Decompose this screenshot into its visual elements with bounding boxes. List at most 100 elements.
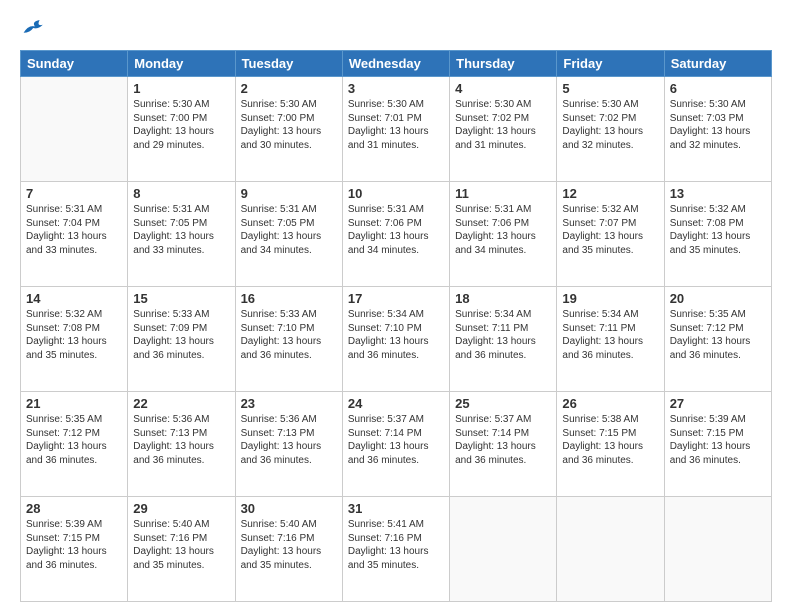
day-number: 7 [26,186,122,201]
day-info: Sunrise: 5:41 AM Sunset: 7:16 PM Dayligh… [348,518,444,572]
calendar-weekday-monday: Monday [128,51,235,77]
day-number: 2 [241,81,337,96]
calendar-weekday-sunday: Sunday [21,51,128,77]
day-info: Sunrise: 5:31 AM Sunset: 7:06 PM Dayligh… [348,203,444,257]
day-number: 15 [133,291,229,306]
day-info: Sunrise: 5:31 AM Sunset: 7:05 PM Dayligh… [133,203,229,257]
calendar-cell: 21 Sunrise: 5:35 AM Sunset: 7:12 PM Dayli… [21,392,128,497]
calendar-week-row: 21 Sunrise: 5:35 AM Sunset: 7:12 PM Dayli… [21,392,772,497]
calendar-cell: 24 Sunrise: 5:37 AM Sunset: 7:14 PM Dayli… [342,392,449,497]
calendar-cell: 11 Sunrise: 5:31 AM Sunset: 7:06 PM Dayli… [450,182,557,287]
day-info: Sunrise: 5:35 AM Sunset: 7:12 PM Dayligh… [670,308,766,362]
calendar-cell: 5 Sunrise: 5:30 AM Sunset: 7:02 PM Daylig… [557,77,664,182]
calendar-table: SundayMondayTuesdayWednesdayThursdayFrid… [20,50,772,602]
day-number: 20 [670,291,766,306]
calendar-cell: 20 Sunrise: 5:35 AM Sunset: 7:12 PM Dayli… [664,287,771,392]
calendar-week-row: 28 Sunrise: 5:39 AM Sunset: 7:15 PM Dayli… [21,497,772,602]
day-info: Sunrise: 5:34 AM Sunset: 7:10 PM Dayligh… [348,308,444,362]
calendar-cell [450,497,557,602]
day-number: 4 [455,81,551,96]
day-number: 21 [26,396,122,411]
calendar-cell: 14Sunrise: 5:32 AM Sunset: 7:08 PM Dayli… [21,287,128,392]
page: SundayMondayTuesdayWednesdayThursdayFrid… [0,0,792,612]
calendar-weekday-saturday: Saturday [664,51,771,77]
day-info: Sunrise: 5:30 AM Sunset: 7:03 PM Dayligh… [670,98,766,152]
calendar-weekday-friday: Friday [557,51,664,77]
day-info: Sunrise: 5:36 AM Sunset: 7:13 PM Dayligh… [133,413,229,467]
day-info: Sunrise: 5:31 AM Sunset: 7:06 PM Dayligh… [455,203,551,257]
day-number: 16 [241,291,337,306]
logo [20,18,46,38]
day-info: Sunrise: 5:35 AM Sunset: 7:12 PM Dayligh… [26,413,122,467]
calendar-week-row: 7 Sunrise: 5:31 AM Sunset: 7:04 PM Daylig… [21,182,772,287]
day-info: Sunrise: 5:31 AM Sunset: 7:05 PM Dayligh… [241,203,337,257]
day-number: 8 [133,186,229,201]
day-number: 30 [241,501,337,516]
day-number: 28 [26,501,122,516]
day-number: 25 [455,396,551,411]
day-number: 9 [241,186,337,201]
day-number: 31 [348,501,444,516]
calendar-cell: 31 Sunrise: 5:41 AM Sunset: 7:16 PM Dayli… [342,497,449,602]
day-number: 12 [562,186,658,201]
header [20,18,772,38]
logo-bird-icon [22,18,46,38]
calendar-cell: 25 Sunrise: 5:37 AM Sunset: 7:14 PM Dayli… [450,392,557,497]
calendar-week-row: 1 Sunrise: 5:30 AM Sunset: 7:00 PM Daylig… [21,77,772,182]
day-number: 18 [455,291,551,306]
day-info: Sunrise: 5:30 AM Sunset: 7:02 PM Dayligh… [455,98,551,152]
calendar-cell: 29 Sunrise: 5:40 AM Sunset: 7:16 PM Dayli… [128,497,235,602]
calendar-cell: 16 Sunrise: 5:33 AM Sunset: 7:10 PM Dayli… [235,287,342,392]
calendar-cell: 15 Sunrise: 5:33 AM Sunset: 7:09 PM Dayli… [128,287,235,392]
day-info: Sunrise: 5:39 AM Sunset: 7:15 PM Dayligh… [670,413,766,467]
calendar-cell: 10 Sunrise: 5:31 AM Sunset: 7:06 PM Dayli… [342,182,449,287]
day-number: 27 [670,396,766,411]
day-number: 3 [348,81,444,96]
day-number: 23 [241,396,337,411]
calendar-cell: 7 Sunrise: 5:31 AM Sunset: 7:04 PM Daylig… [21,182,128,287]
day-info: Sunrise: 5:30 AM Sunset: 7:00 PM Dayligh… [241,98,337,152]
day-info: Sunrise: 5:36 AM Sunset: 7:13 PM Dayligh… [241,413,337,467]
calendar-cell: 17 Sunrise: 5:34 AM Sunset: 7:10 PM Dayli… [342,287,449,392]
calendar-weekday-thursday: Thursday [450,51,557,77]
day-info: Sunrise: 5:39 AM Sunset: 7:15 PM Dayligh… [26,518,122,572]
day-info: Sunrise: 5:34 AM Sunset: 7:11 PM Dayligh… [562,308,658,362]
day-info: Sunrise: 5:37 AM Sunset: 7:14 PM Dayligh… [348,413,444,467]
day-info: Sunrise: 5:34 AM Sunset: 7:11 PM Dayligh… [455,308,551,362]
day-info: Sunrise: 5:40 AM Sunset: 7:16 PM Dayligh… [133,518,229,572]
calendar-cell: 4 Sunrise: 5:30 AM Sunset: 7:02 PM Daylig… [450,77,557,182]
calendar-cell [664,497,771,602]
calendar-cell: 13 Sunrise: 5:32 AM Sunset: 7:08 PM Dayli… [664,182,771,287]
calendar-cell: 2 Sunrise: 5:30 AM Sunset: 7:00 PM Daylig… [235,77,342,182]
calendar-cell: 6Sunrise: 5:30 AM Sunset: 7:03 PM Daylig… [664,77,771,182]
calendar-cell: 18 Sunrise: 5:34 AM Sunset: 7:11 PM Dayli… [450,287,557,392]
calendar-header-row: SundayMondayTuesdayWednesdayThursdayFrid… [21,51,772,77]
day-info: Sunrise: 5:32 AM Sunset: 7:08 PM Dayligh… [670,203,766,257]
day-info: Sunrise: 5:37 AM Sunset: 7:14 PM Dayligh… [455,413,551,467]
calendar-cell: 22Sunrise: 5:36 AM Sunset: 7:13 PM Dayli… [128,392,235,497]
day-number: 29 [133,501,229,516]
day-number: 13 [670,186,766,201]
calendar-cell: 9 Sunrise: 5:31 AM Sunset: 7:05 PM Daylig… [235,182,342,287]
calendar-cell: 30 Sunrise: 5:40 AM Sunset: 7:16 PM Dayli… [235,497,342,602]
day-number: 14 [26,291,122,306]
day-info: Sunrise: 5:40 AM Sunset: 7:16 PM Dayligh… [241,518,337,572]
day-info: Sunrise: 5:30 AM Sunset: 7:02 PM Dayligh… [562,98,658,152]
day-number: 5 [562,81,658,96]
day-number: 17 [348,291,444,306]
calendar-cell: 19Sunrise: 5:34 AM Sunset: 7:11 PM Dayli… [557,287,664,392]
calendar-cell: 26Sunrise: 5:38 AM Sunset: 7:15 PM Dayli… [557,392,664,497]
day-info: Sunrise: 5:33 AM Sunset: 7:09 PM Dayligh… [133,308,229,362]
day-number: 11 [455,186,551,201]
calendar-cell: 1Sunrise: 5:30 AM Sunset: 7:00 PM Daylig… [128,77,235,182]
calendar-week-row: 14Sunrise: 5:32 AM Sunset: 7:08 PM Dayli… [21,287,772,392]
day-info: Sunrise: 5:32 AM Sunset: 7:07 PM Dayligh… [562,203,658,257]
day-number: 24 [348,396,444,411]
day-number: 10 [348,186,444,201]
day-info: Sunrise: 5:31 AM Sunset: 7:04 PM Dayligh… [26,203,122,257]
day-info: Sunrise: 5:38 AM Sunset: 7:15 PM Dayligh… [562,413,658,467]
day-info: Sunrise: 5:33 AM Sunset: 7:10 PM Dayligh… [241,308,337,362]
calendar-cell [557,497,664,602]
day-number: 1 [133,81,229,96]
calendar-cell: 27 Sunrise: 5:39 AM Sunset: 7:15 PM Dayli… [664,392,771,497]
